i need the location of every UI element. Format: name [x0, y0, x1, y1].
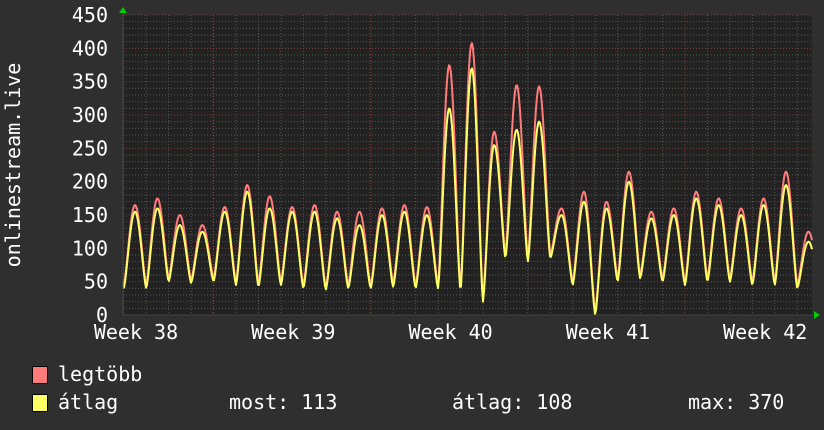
x-tick-label: Week 39	[251, 320, 335, 344]
x-tick-label: Week 40	[408, 320, 492, 344]
stat-max: max: 370	[688, 390, 785, 414]
legend-swatch-avg	[32, 394, 48, 412]
y-tick-label: 50	[84, 270, 108, 294]
legend-label-max: legtöbb	[58, 362, 143, 386]
x-tick-label: Week 41	[566, 320, 650, 344]
legend-swatch-max	[32, 366, 48, 384]
legend-label-avg: átlag	[58, 390, 119, 414]
y-tick-label: 100	[72, 236, 108, 260]
y-tick-label: 300	[72, 103, 108, 127]
y-tick-label: 350	[72, 70, 108, 94]
y-tick-label: 450	[72, 3, 108, 27]
stat-average: átlag: 108	[452, 390, 573, 414]
y-tick-label: 400	[72, 36, 108, 60]
stat-current: most: 113	[229, 390, 338, 414]
x-tick-label: Week 42	[723, 320, 807, 344]
y-tick-label: 250	[72, 136, 108, 160]
y-axis-arrow-icon	[119, 7, 127, 13]
x-axis-arrow-icon	[814, 311, 820, 319]
chart: 0 50 100 150 200 250 300 350 400 450 Week 38 Week 3…	[0, 0, 824, 430]
x-tick-label: Week 38	[94, 320, 178, 344]
y-axis-label: onlinestream.live	[1, 63, 25, 268]
y-tick-label: 150	[72, 203, 108, 227]
y-tick-label: 200	[72, 170, 108, 194]
